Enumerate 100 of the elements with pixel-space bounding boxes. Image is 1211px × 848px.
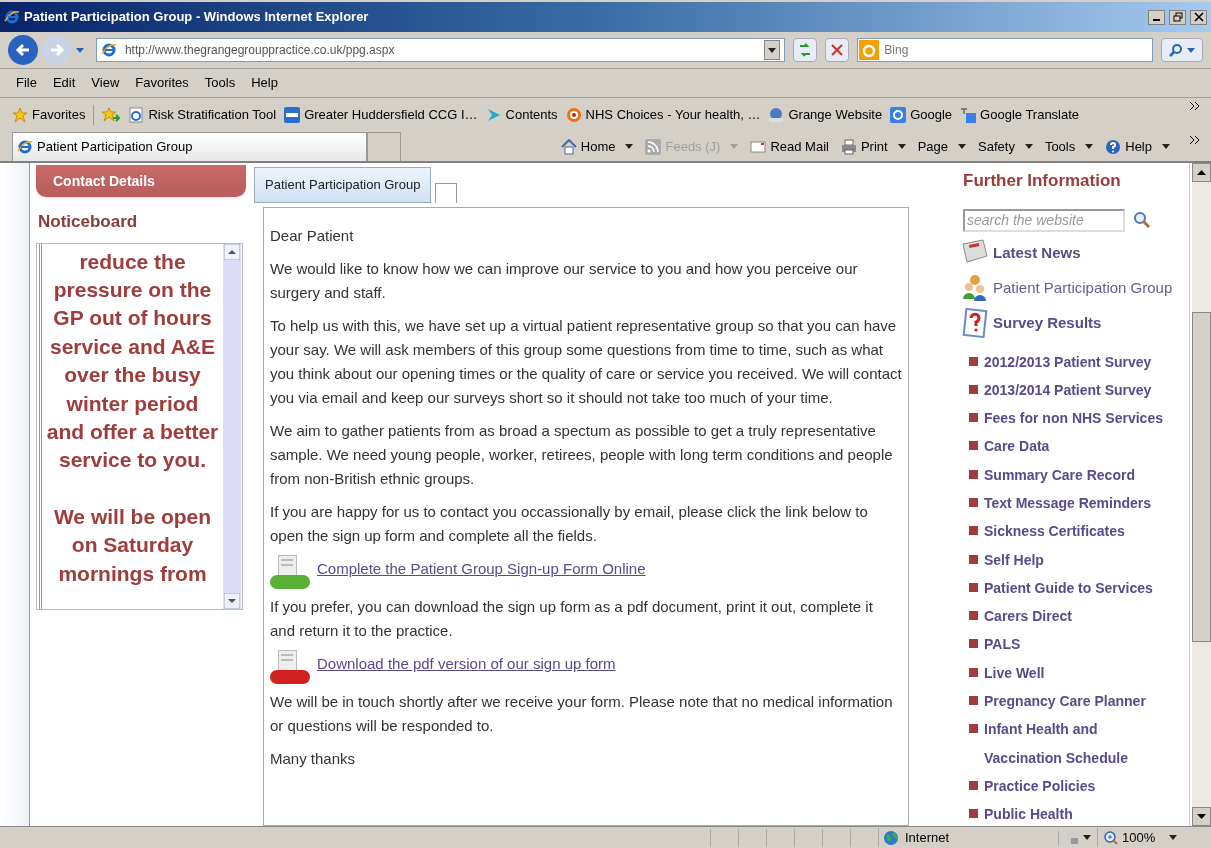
scrollbar[interactable] bbox=[223, 243, 241, 609]
favorite-link[interactable]: Grange Website bbox=[768, 105, 883, 125]
page-icon bbox=[128, 107, 145, 123]
sidebar-link[interactable]: Self Help bbox=[984, 545, 1174, 574]
favorite-link[interactable]: NHS Choices - Your health, … bbox=[565, 105, 761, 125]
toolbar-button[interactable]: Page bbox=[917, 136, 967, 157]
browser-icon bbox=[100, 42, 117, 58]
arrow-icon bbox=[15, 43, 31, 57]
target-icon bbox=[565, 107, 582, 123]
sidebar-link[interactable]: Summary Care Record bbox=[984, 460, 1174, 489]
menu-item[interactable]: Favorites bbox=[135, 73, 189, 93]
sidebar-link[interactable]: Infant Health and Vaccination Schedule bbox=[984, 715, 1174, 772]
address-field[interactable]: http://www.thegrangegrouppractice.co.uk/ppg.aspx bbox=[95, 38, 786, 62]
paragraph: We will be in touch shortly after we receive your form. Please note that no medical information or questions will be responded to. bbox=[270, 692, 894, 736]
paragraph: We would like to know how we can improve our service to you and how you perceive our surgery and staff. bbox=[270, 259, 859, 303]
content-tab[interactable]: Patient Participation Group bbox=[254, 167, 432, 203]
sidebar-link[interactable]: Carers Direct bbox=[984, 602, 1174, 631]
bullet-icon bbox=[969, 441, 978, 451]
security-zone: Internet bbox=[878, 827, 1058, 848]
toolbar-button[interactable]: Print bbox=[840, 136, 906, 157]
sidebar-link[interactable]: 2013/2014 Patient Survey bbox=[984, 375, 1174, 405]
sidebar-link[interactable]: Care Data bbox=[984, 432, 1174, 461]
paragraph: To help us with this, we have set up a virtual patient representative group so that you can have your say. We will ask members of this group some questions from time to time, such as what you think about our opening times or the quality of care or service you received. We will contact you via email and keep our surveys short so it should not take too much of your time. bbox=[270, 316, 902, 408]
scroll-up-icon bbox=[224, 243, 240, 260]
sidebar-link[interactable]: Live Well bbox=[984, 658, 1174, 688]
toolbar-button[interactable]: Safety bbox=[978, 136, 1033, 157]
chevron-icon bbox=[1190, 136, 1199, 144]
page-scrollbar[interactable] bbox=[1192, 163, 1211, 826]
sidebar-link[interactable]: 2012/2013 Patient Survey bbox=[984, 347, 1174, 376]
bullet-icon bbox=[969, 498, 978, 507]
menu-item[interactable]: Tools bbox=[204, 73, 236, 93]
search-provider-icon bbox=[859, 40, 880, 60]
sidebar-link[interactable]: Public Health bbox=[984, 800, 1174, 826]
menu-item[interactable]: Help bbox=[251, 73, 278, 93]
notice-text: We will be open on Saturday mornings from bbox=[52, 503, 213, 587]
search-icon bbox=[1169, 43, 1183, 57]
form-link[interactable]: Complete the Patient Group Sign-up Form Online bbox=[317, 557, 646, 581]
bullet-icon bbox=[969, 526, 978, 536]
refresh-button[interactable] bbox=[793, 38, 818, 62]
favorite-link[interactable]: Risk Stratification Tool bbox=[128, 105, 277, 125]
bullet-icon bbox=[969, 413, 978, 423]
favorite-link[interactable]: Google bbox=[890, 105, 953, 125]
sidebar-link[interactable]: Text Message Reminders bbox=[984, 489, 1174, 518]
question-clipboard-icon bbox=[961, 308, 989, 338]
menu-item[interactable]: View bbox=[91, 73, 120, 93]
search-icon bbox=[1133, 211, 1151, 229]
search-field[interactable]: search the website bbox=[963, 208, 1125, 232]
close-button[interactable] bbox=[1190, 9, 1207, 25]
menu-item[interactable]: Edit bbox=[52, 73, 76, 93]
caret-icon bbox=[1083, 835, 1091, 840]
window-title: Patient Participation Group - Windows Internet Explorer bbox=[24, 8, 369, 27]
sidebar-link[interactable]: Latest News bbox=[961, 237, 1189, 269]
toolbar-button[interactable]: Home bbox=[560, 136, 634, 157]
menu-item[interactable]: File bbox=[16, 73, 37, 93]
sidebar-link[interactable]: PALS bbox=[984, 630, 1174, 659]
section-heading: Noticeboard bbox=[37, 211, 139, 233]
stop-button[interactable] bbox=[825, 38, 850, 62]
toolbar-button[interactable]: Read Mail bbox=[750, 136, 829, 157]
feed-icon bbox=[645, 138, 662, 155]
empty-tab[interactable] bbox=[435, 183, 458, 203]
scroll-down-icon bbox=[224, 592, 240, 609]
sidebar-link[interactable]: Fees for non NHS Services bbox=[984, 404, 1174, 433]
browser-tab[interactable]: Patient Participation Group bbox=[12, 132, 367, 161]
sidebar-link[interactable]: Pregnancy Care Planner bbox=[984, 687, 1174, 716]
toolbar-button[interactable]: Help bbox=[1105, 136, 1170, 157]
bullet-icon bbox=[969, 582, 978, 592]
chevron-icon bbox=[1190, 102, 1199, 110]
bullet-icon bbox=[969, 356, 978, 366]
search-button[interactable] bbox=[1161, 38, 1203, 62]
toolbar-button[interactable]: Tools bbox=[1044, 136, 1094, 157]
minimize-button[interactable] bbox=[1148, 9, 1165, 25]
notice-text: reduce the pressure on the GP out of hours service and A&E over the busy winter period and offer a better service to you. bbox=[46, 248, 219, 474]
contact-details-button[interactable]: Contact Details bbox=[36, 165, 246, 197]
bullet-icon bbox=[969, 809, 978, 819]
pdf-document-icon bbox=[270, 650, 310, 684]
paragraph: Dear Patient bbox=[270, 226, 355, 246]
scroll-thumb[interactable] bbox=[1192, 312, 1211, 642]
restore-button[interactable] bbox=[1169, 9, 1186, 25]
restore-icon bbox=[1172, 12, 1183, 22]
sidebar-link[interactable]: Practice Policies bbox=[984, 771, 1174, 801]
favorite-link[interactable]: Greater Huddersfield CCG I… bbox=[284, 105, 478, 125]
sidebar-link[interactable]: Patient Participation Group bbox=[961, 272, 1189, 304]
favorites-button[interactable]: Favorites bbox=[12, 105, 95, 125]
sidebar-link[interactable]: Survey Results bbox=[961, 307, 1189, 339]
favorite-link[interactable]: Contents bbox=[485, 105, 558, 125]
sidebar-link[interactable]: Patient Guide to Services bbox=[984, 573, 1174, 603]
dropdown-button[interactable] bbox=[764, 40, 781, 60]
close-icon bbox=[1193, 12, 1204, 22]
form-link[interactable]: Download the pdf version of our sign up form bbox=[317, 652, 616, 676]
minimize-icon bbox=[1153, 19, 1160, 21]
bullet-icon bbox=[969, 696, 978, 706]
back-button[interactable] bbox=[8, 35, 38, 65]
favorite-link[interactable]: Google Translate bbox=[960, 105, 1080, 125]
help-icon bbox=[1105, 138, 1122, 155]
bullet-icon bbox=[969, 780, 978, 790]
sidebar-link[interactable]: Sickness Certificates bbox=[984, 517, 1174, 546]
search-box[interactable]: Bing bbox=[857, 38, 1154, 62]
zoom-button[interactable]: 100% bbox=[1097, 827, 1184, 848]
paragraph: If you are happy for us to contact you occassionally by email, please click the link below to open the sign up form and complete all the fields. bbox=[270, 502, 869, 546]
bullet-icon bbox=[969, 724, 978, 734]
